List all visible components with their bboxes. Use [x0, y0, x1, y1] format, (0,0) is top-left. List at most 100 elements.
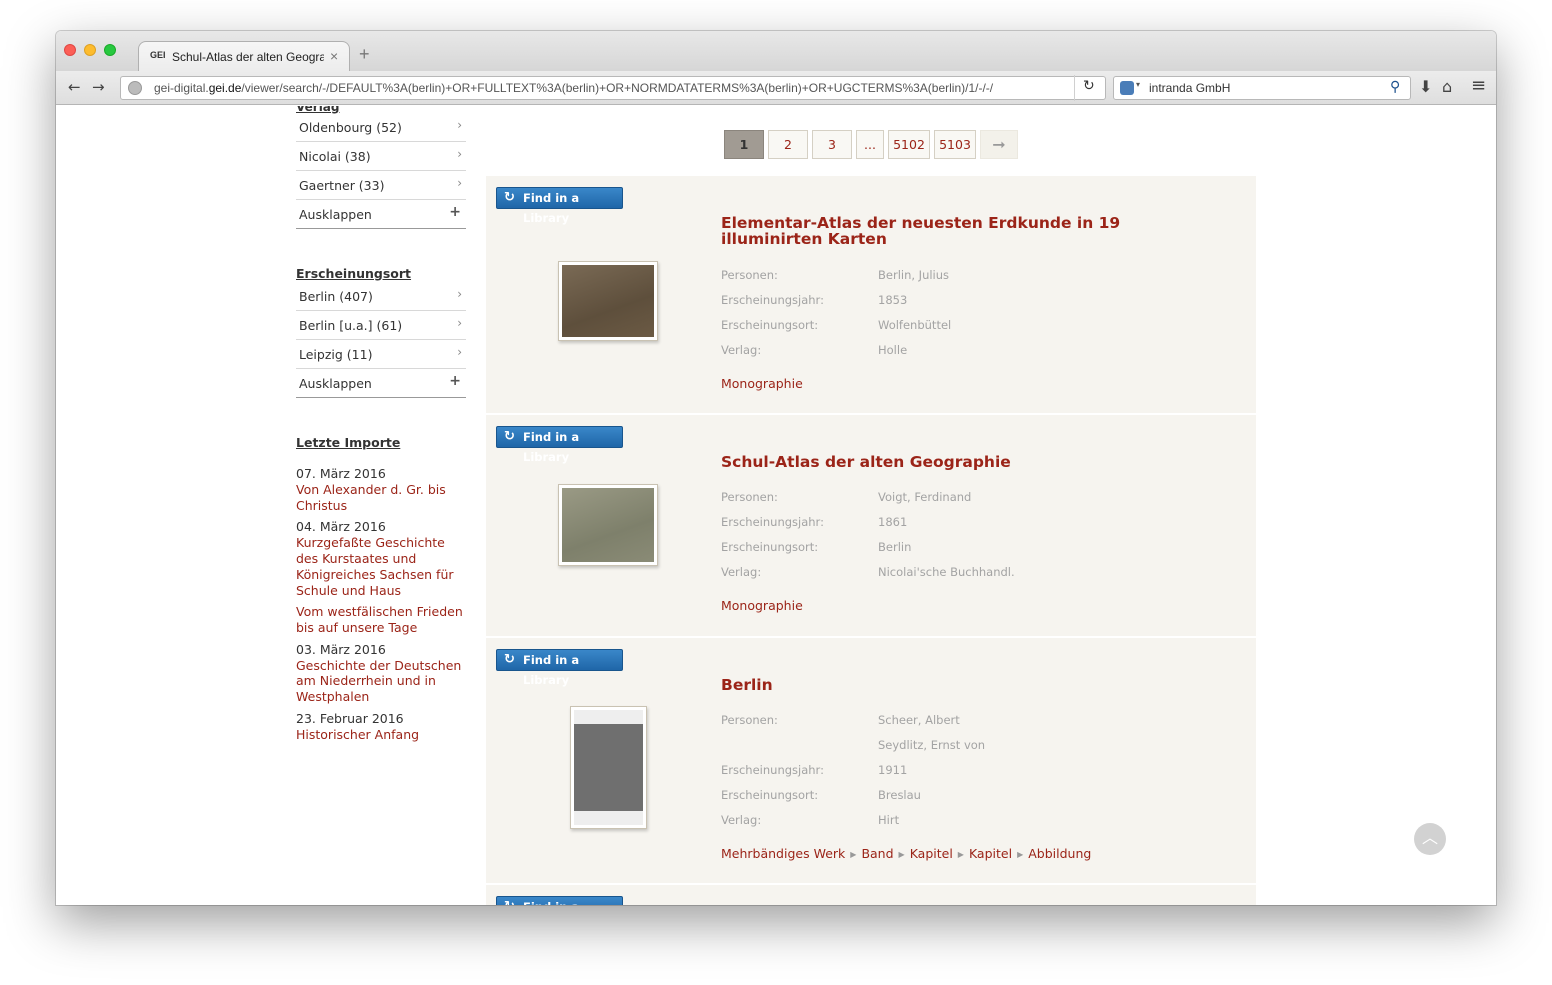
import-date: 07. März 2016	[296, 466, 386, 481]
next-page-arrow-icon[interactable]: ➞	[980, 130, 1018, 159]
minimize-window-button[interactable]	[84, 44, 96, 56]
facet-label: Berlin [u.a.] (61)	[299, 318, 403, 333]
plus-icon: +	[449, 373, 461, 389]
chevron-right-icon: ›	[457, 316, 462, 330]
facet-item[interactable]: Gaertner (33) ›	[296, 171, 466, 200]
result-title-link[interactable]: Schul-Atlas der alten Geographie	[721, 454, 1221, 470]
meta-value: 1861	[878, 515, 908, 529]
meta-label: Verlag:	[721, 343, 762, 357]
find-in-library-label: Find in a Library	[523, 897, 622, 905]
result-type-link[interactable]: Monographie	[721, 598, 803, 613]
meta-label: Erscheinungsort:	[721, 318, 819, 332]
import-date: 04. März 2016	[296, 519, 386, 535]
page-5103-button[interactable]: 5103	[934, 130, 976, 159]
hierarchy-breadcrumb: Mehrbändiges Werk ▶ Band ▶ Kapitel ▶ Kapitel ▶ A…	[721, 846, 1091, 861]
meta-value: Wolfenbüttel	[878, 318, 952, 332]
reload-button[interactable]: ↻	[1074, 75, 1104, 101]
meta-value: 1911	[878, 763, 908, 777]
meta-label: Erscheinungsjahr:	[721, 763, 824, 777]
navigation-toolbar: ← → gei-digital.gei.de/viewer/search/-/D…	[56, 71, 1496, 105]
expand-verlag-button[interactable]: Ausklappen +	[296, 200, 466, 229]
import-link[interactable]: Geschichte der Deutschen am Niederrhein …	[296, 658, 468, 705]
chevron-down-icon[interactable]: ▾	[1136, 80, 1140, 89]
meta-label: Erscheinungsjahr:	[721, 293, 824, 307]
result-thumbnail[interactable]	[570, 706, 647, 829]
breadcrumb-link[interactable]: Kapitel	[969, 846, 1012, 861]
forward-arrow-icon[interactable]: →	[92, 79, 105, 95]
import-link[interactable]: Kurzgefaßte Geschichte des Kurstaates un…	[296, 535, 468, 598]
find-in-library-label: Find in a Library	[523, 430, 580, 464]
page-5102-button[interactable]: 5102	[888, 130, 930, 159]
caret-right-icon: ▶	[898, 850, 905, 859]
home-icon[interactable]: ⌂	[1442, 78, 1452, 96]
breadcrumb-link[interactable]: Kapitel	[910, 846, 953, 861]
result-item: ↻ Find in a Library	[486, 885, 1256, 905]
caret-right-icon: ▶	[850, 850, 857, 859]
browser-tab-active[interactable]: GEI Schul-Atlas der alten Geograp... ×	[138, 41, 350, 72]
url-prefix: gei-digital.	[154, 81, 209, 95]
facet-item[interactable]: Leipzig (11) ›	[296, 340, 466, 369]
title-bar: GEI Schul-Atlas der alten Geograp... × +	[56, 31, 1496, 72]
facet-item[interactable]: Berlin (407) ›	[296, 282, 466, 311]
chevron-right-icon: ›	[457, 176, 462, 190]
meta-label: Verlag:	[721, 565, 762, 579]
tab-title: Schul-Atlas der alten Geograp...	[172, 50, 324, 64]
find-in-library-button[interactable]: ↻ Find in a Library	[496, 896, 623, 905]
url-path: /viewer/search/-/DEFAULT%3A(berlin)+OR+F…	[241, 81, 994, 95]
import-link[interactable]: Von Alexander d. Gr. bis Christus	[296, 482, 468, 513]
tab-close-icon[interactable]: ×	[330, 48, 338, 64]
result-title-link[interactable]: Berlin	[721, 677, 1221, 693]
recent-imports-list: 07. März 2016 Von Alexander d. Gr. bis C…	[296, 466, 468, 742]
facet-item[interactable]: Oldenbourg (52) ›	[296, 113, 466, 142]
download-icon[interactable]: ⬇	[1419, 78, 1432, 96]
search-engine-name: intranda GmbH	[1149, 81, 1231, 95]
facet-item[interactable]: Berlin [u.a.] (61) ›	[296, 311, 466, 340]
page-content: Verlag Oldenbourg (52) › Nicolai (38) › …	[56, 106, 1496, 905]
caret-right-icon: ▶	[1017, 850, 1024, 859]
find-in-library-button[interactable]: ↻ Find in a Library	[496, 649, 623, 687]
expand-label: Ausklappen	[299, 207, 372, 222]
thumbnail-image	[562, 265, 654, 337]
back-arrow-icon[interactable]: ←	[68, 79, 81, 95]
worldcat-icon: ↻	[504, 429, 515, 444]
chevron-right-icon: ›	[457, 287, 462, 301]
menu-icon[interactable]: ≡	[1471, 77, 1486, 95]
search-engine-icon[interactable]	[1120, 81, 1134, 95]
result-title-link[interactable]: Elementar-Atlas der neuesten Erdkunde in…	[721, 215, 1221, 247]
reload-icon: ↻	[1083, 78, 1095, 94]
zoom-window-button[interactable]	[104, 44, 116, 56]
result-type-link[interactable]: Monographie	[721, 376, 803, 391]
page-1-button[interactable]: 1	[724, 130, 764, 159]
new-tab-button[interactable]: +	[359, 45, 370, 63]
meta-value: Hirt	[878, 813, 900, 827]
breadcrumb-link[interactable]: Mehrbändiges Werk	[721, 846, 845, 861]
meta-value: Nicolai'sche Buchhandl.	[878, 565, 1015, 579]
breadcrumb-link[interactable]: Abbildung	[1028, 846, 1091, 861]
find-in-library-button[interactable]: ↻ Find in a Library	[496, 187, 623, 225]
meta-label: Erscheinungsjahr:	[721, 515, 824, 529]
result-thumbnail[interactable]	[558, 484, 658, 566]
meta-value: Breslau	[878, 788, 921, 802]
page-3-button[interactable]: 3	[812, 130, 852, 159]
worldcat-icon: ↻	[504, 190, 515, 205]
meta-label: Personen:	[721, 490, 778, 504]
result-thumbnail[interactable]	[558, 261, 658, 341]
breadcrumb-link[interactable]: Band	[861, 846, 893, 861]
address-bar[interactable]: gei-digital.gei.de/viewer/search/-/DEFAU…	[120, 76, 1106, 100]
meta-label: Erscheinungsort:	[721, 788, 819, 802]
close-window-button[interactable]	[64, 44, 76, 56]
site-identity-icon[interactable]	[128, 81, 142, 95]
find-in-library-label: Find in a Library	[523, 191, 580, 225]
url-text[interactable]: gei-digital.gei.de/viewer/search/-/DEFAU…	[154, 81, 993, 95]
facet-item[interactable]: Nicolai (38) ›	[296, 142, 466, 171]
import-link[interactable]: Vom westfälischen Frieden bis auf unsere…	[296, 604, 468, 635]
import-link[interactable]: Historischer Anfang	[296, 727, 468, 743]
search-bar[interactable]: ▾ intranda GmbH ⚲	[1113, 76, 1411, 100]
search-icon[interactable]: ⚲	[1390, 79, 1400, 95]
expand-erscheinungsort-button[interactable]: Ausklappen +	[296, 369, 466, 398]
worldcat-icon: ↻	[504, 897, 515, 905]
scroll-to-top-button[interactable]: ︿	[1414, 823, 1446, 855]
find-in-library-button[interactable]: ↻ Find in a Library	[496, 426, 623, 464]
facet-label: Berlin (407)	[299, 289, 373, 304]
page-2-button[interactable]: 2	[768, 130, 808, 159]
